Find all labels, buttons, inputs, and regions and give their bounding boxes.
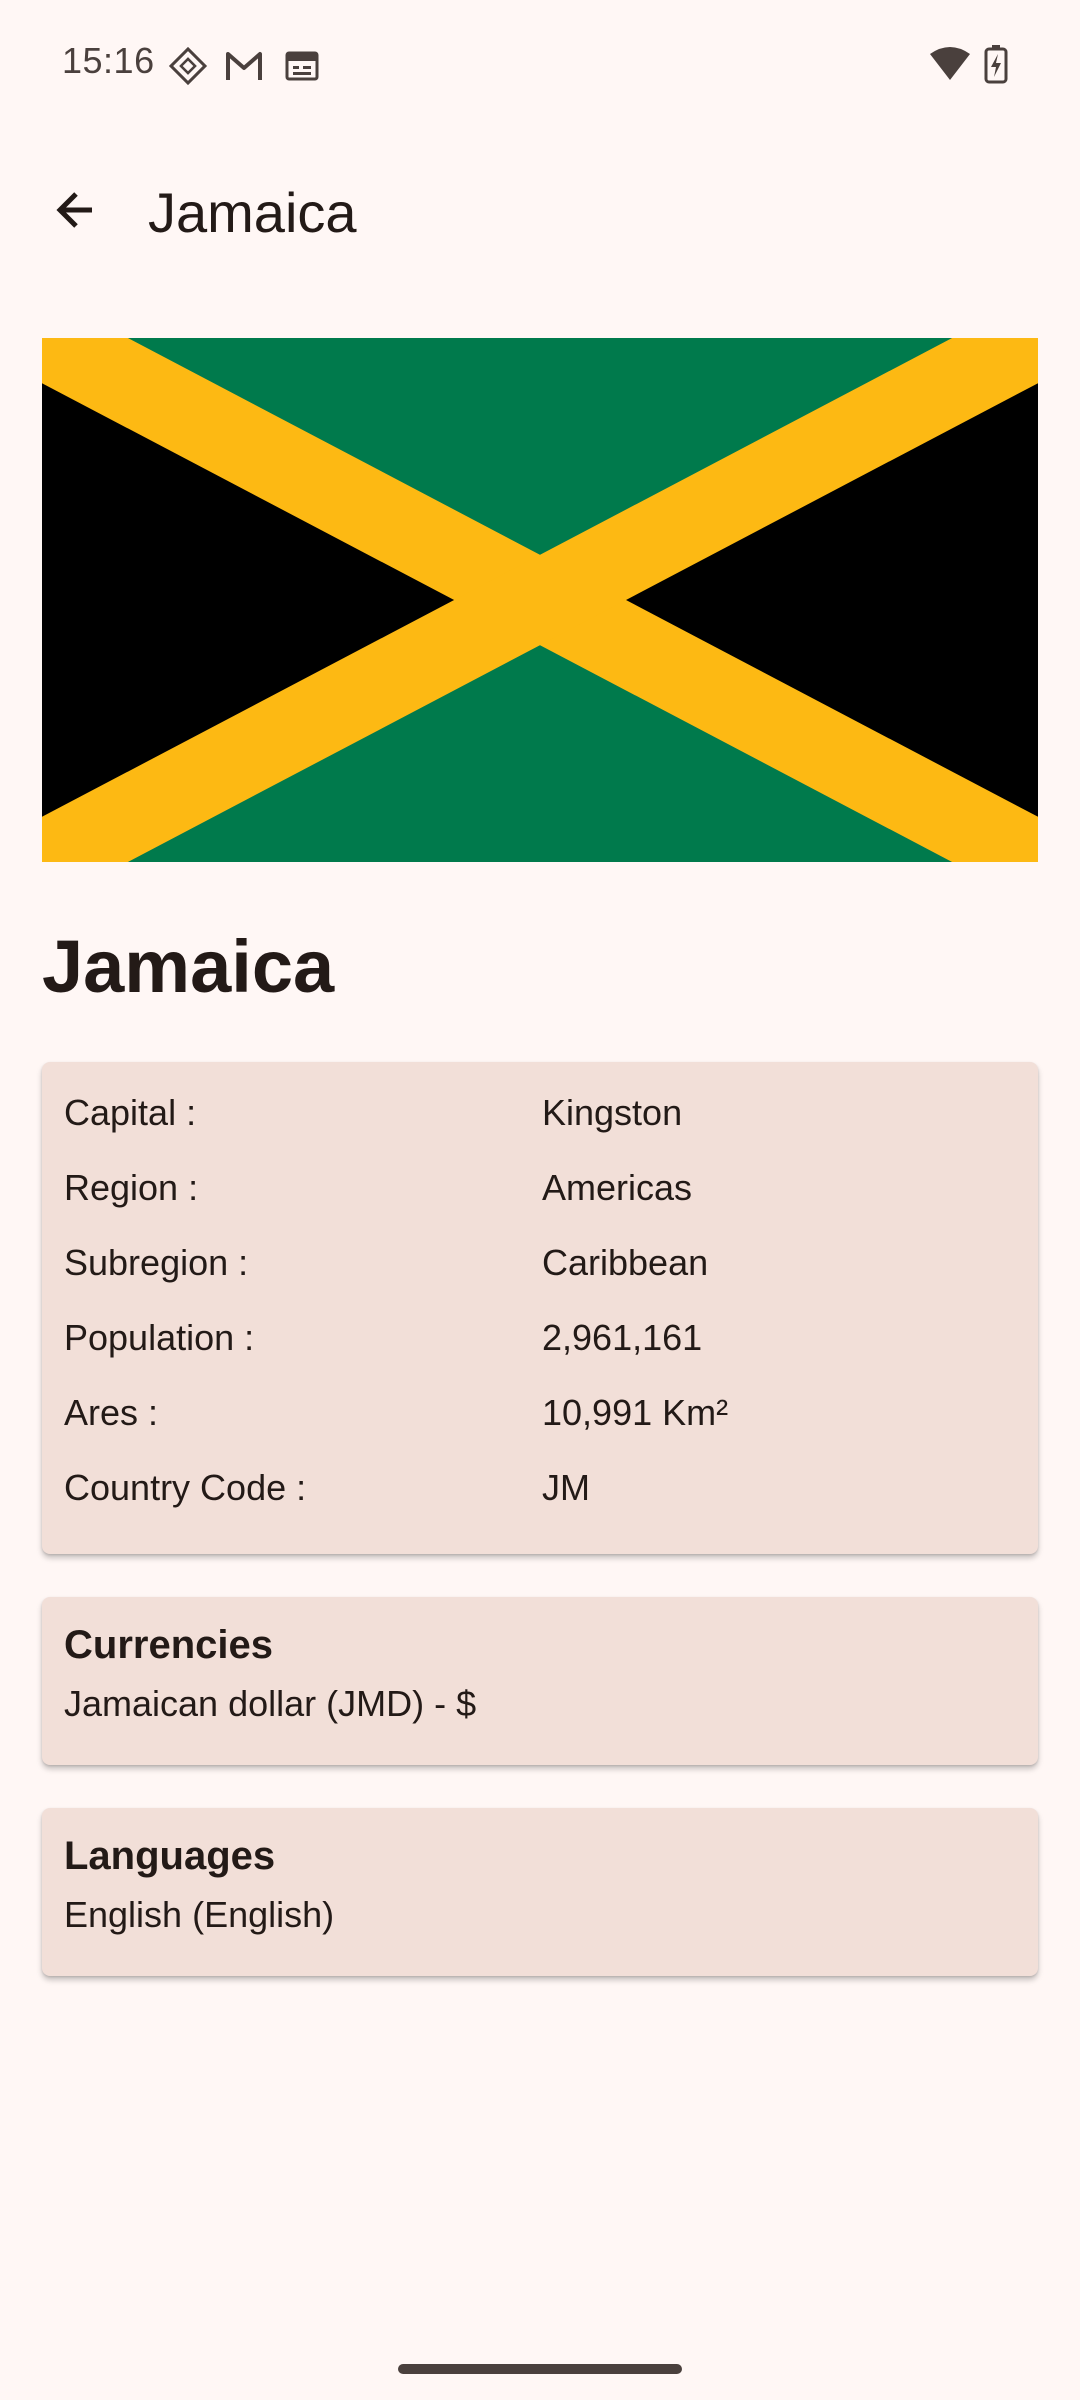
info-value: 10,991 Km²: [542, 1392, 729, 1433]
info-value: Americas: [542, 1167, 693, 1208]
info-label: Country Code :: [64, 1467, 307, 1508]
wifi-icon: [928, 46, 972, 87]
back-button[interactable]: [32, 168, 120, 256]
info-label: Population :: [64, 1317, 255, 1358]
status-time: 15:16: [62, 40, 155, 81]
currencies-text: Jamaican dollar (JMD) - $: [64, 1683, 477, 1724]
calendar-icon: [284, 48, 320, 87]
country-name-heading: Jamaica: [42, 925, 335, 1008]
languages-text: English (English): [64, 1894, 335, 1935]
languages-heading: Languages: [64, 1834, 276, 1878]
info-value: 2,961,161: [542, 1317, 703, 1358]
info-label: Capital :: [64, 1092, 197, 1133]
flag-image: [23, 302, 1057, 898]
jamaica-flag-icon: [23, 302, 1057, 898]
page-title: Jamaica: [148, 181, 357, 244]
info-value: Caribbean: [542, 1242, 709, 1283]
currencies-card: Currencies Jamaican dollar (JMD) - $: [42, 1597, 1038, 1765]
gesture-nav-handle[interactable]: [398, 2364, 682, 2374]
info-label: Region :: [64, 1167, 199, 1208]
gmail-icon: [224, 50, 264, 87]
info-row-population: Population : 2,961,161: [64, 1317, 1016, 1392]
arrow-back-icon: [52, 186, 100, 239]
info-row-capital: Capital : Kingston: [64, 1092, 1016, 1167]
info-value: Kingston: [542, 1092, 683, 1133]
status-bar: 15:16: [0, 0, 1080, 128]
info-row-subregion: Subregion : Caribbean: [64, 1242, 1016, 1317]
info-row-country-code: Country Code : JM: [64, 1467, 1016, 1542]
info-value: JM: [542, 1467, 590, 1508]
info-row-area: Ares : 10,991 Km²: [64, 1392, 1016, 1467]
top-app-bar: Jamaica: [0, 160, 1080, 264]
languages-card: Languages English (English): [42, 1808, 1038, 1976]
currencies-heading: Currencies: [64, 1623, 273, 1667]
info-row-region: Region : Americas: [64, 1167, 1016, 1242]
info-label: Ares :: [64, 1392, 159, 1433]
info-label: Subregion :: [64, 1242, 249, 1283]
info-card: Capital : Kingston Region : Americas Sub…: [42, 1062, 1038, 1554]
assistant-icon: [168, 46, 208, 91]
battery-charging-icon: [984, 44, 1008, 89]
